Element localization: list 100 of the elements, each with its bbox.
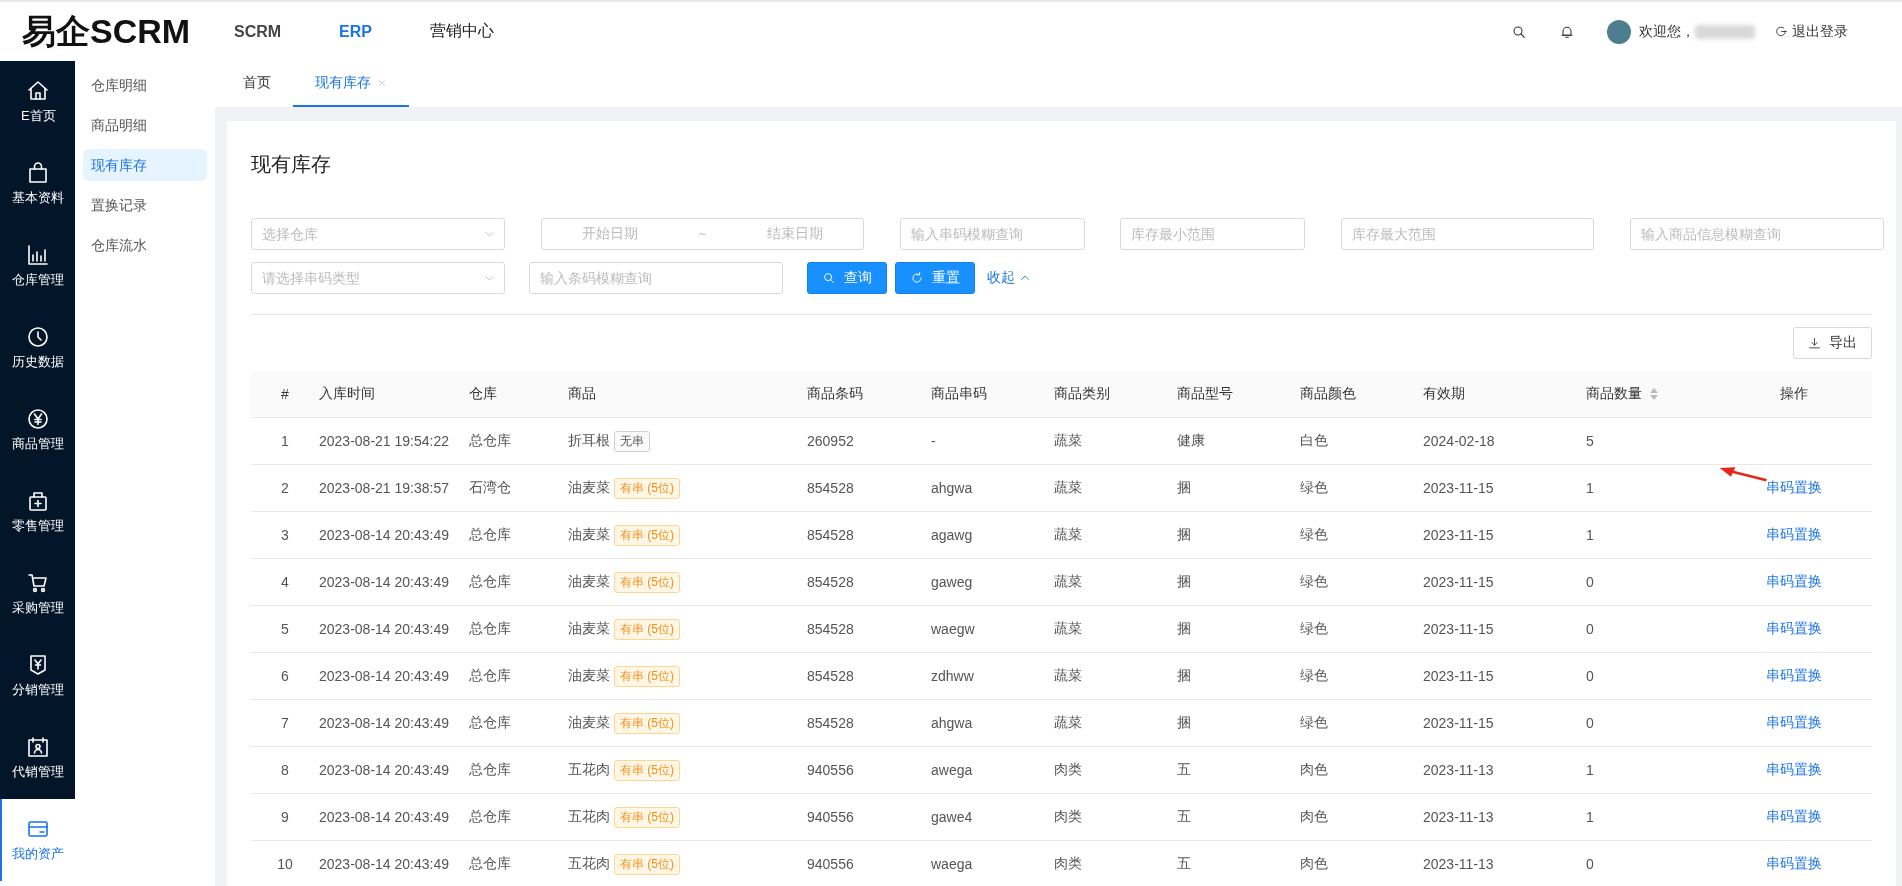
serial-swap-link[interactable]: 串码置换 [1766,667,1822,685]
serial-swap-link[interactable]: 串码置换 [1766,714,1822,732]
table-cell: 854528 [807,480,854,496]
sidebar-item[interactable]: 基本资料 [0,143,75,225]
avatar[interactable] [1607,19,1631,44]
table-cell: 2023-08-14 20:43:49 [319,856,449,872]
input-field[interactable]: 库存最小范围 [1120,218,1306,250]
sidebar-item[interactable]: 仓库管理 [0,225,75,307]
submenu-item[interactable]: 置换记录 [82,189,207,221]
submenu-item[interactable]: 仓库明细 [82,69,207,101]
table-cell: 0 [1586,715,1594,731]
table-cell: 油麦菜 [568,667,610,685]
table-cell: 油麦菜 [568,526,610,544]
table-cell: ahgwa [931,715,973,731]
table-cell: 2023-08-21 19:38:57 [319,480,449,496]
table-cell: 总仓库 [469,855,511,873]
table-cell: - [931,433,936,449]
serial-swap-link[interactable]: 串码置换 [1766,808,1822,826]
nav-link[interactable]: ERP [339,22,372,41]
table-cell: 捆 [1177,573,1191,591]
table-cell: 2023-08-14 20:43:49 [319,762,449,778]
calendar-person-icon [26,735,51,759]
input-field[interactable]: 输入商品信息模糊查询 [1630,218,1884,250]
sidebar-item[interactable]: 商品管理 [0,389,75,471]
sidebar-item[interactable]: 采购管理 [0,553,75,635]
table-cell: 1 [1586,762,1594,778]
column-header: 仓库 [469,385,497,403]
serial-swap-link[interactable]: 串码置换 [1766,479,1822,497]
table-cell: 854528 [807,668,854,684]
select-field[interactable]: 请选择串码类型 [251,262,505,294]
table-cell: 五花肉 [568,808,610,826]
table-cell: 3 [281,527,289,543]
column-header: 有效期 [1423,385,1465,403]
start-date-placeholder: 开始日期 [581,225,638,243]
logout-link[interactable]: 退出登录 [1775,22,1848,41]
tag-label: 有串 (5位) [614,618,680,640]
table-cell: 854528 [807,574,854,590]
table-cell: waega [931,856,973,872]
search-icon[interactable] [1511,23,1527,40]
input-field[interactable]: 输入串码模糊查询 [899,218,1085,250]
table-cell: 总仓库 [469,808,511,826]
table-cell: 5 [281,621,289,637]
nav-link[interactable]: SCRM [234,22,282,41]
table-cell: 捆 [1177,620,1191,638]
page-title: 现有库存 [251,152,332,177]
table-cell: zdhww [931,668,974,684]
table-cell: 854528 [807,715,854,731]
table-cell: 肉色 [1300,855,1328,873]
column-header: 商品类别 [1054,385,1110,403]
table-cell: 绿色 [1300,620,1328,638]
column-header: 入库时间 [319,385,375,403]
serial-swap-link[interactable]: 串码置换 [1766,620,1822,638]
serial-swap-link[interactable]: 串码置换 [1766,855,1822,873]
end-date-placeholder: 结束日期 [766,225,823,243]
table-cell: 2023-08-14 20:43:49 [319,715,449,731]
table-cell: 总仓库 [469,761,511,779]
table-cell: 1 [1586,527,1594,543]
table-cell: 折耳根 [568,432,610,450]
submenu-item[interactable]: 现有库存 [82,149,207,181]
nav-link[interactable]: 营销中心 [430,21,494,42]
collapse-link[interactable]: 收起 [987,269,1031,287]
column-header: 商品条码 [807,385,863,403]
search-icon [822,271,836,285]
sidebar-item[interactable]: 代销管理 [0,717,75,799]
table-cell: 石湾仓 [469,479,511,497]
table-cell: waegw [931,621,975,637]
table-cell: 五 [1177,855,1191,873]
table-cell: 8 [281,762,289,778]
submenu-item[interactable]: 商品明细 [82,109,207,141]
table-cell: 总仓库 [469,714,511,732]
serial-swap-link[interactable]: 串码置换 [1766,761,1822,779]
table-cell: 五 [1177,808,1191,826]
table-cell: 绿色 [1300,714,1328,732]
tab[interactable]: 现有库存 [293,61,409,107]
sidebar-item[interactable]: 零售管理 [0,471,75,553]
tab[interactable]: 首页 [221,61,293,107]
input-field[interactable]: 库存最大范围 [1341,218,1595,250]
table-cell: 6 [281,668,289,684]
input-field[interactable]: 输入条码模糊查询 [529,262,783,294]
table-cell: 940556 [807,809,854,825]
submenu-item[interactable]: 仓库流水 [82,229,207,261]
sidebar-item[interactable]: E首页 [0,61,75,143]
logo-text: 易企SCRM [22,10,192,52]
column-header: # [281,386,289,402]
sidebar-item[interactable]: 分销管理 [0,635,75,717]
select-field[interactable]: 选择仓库 [251,218,505,250]
table-cell: 捆 [1177,479,1191,497]
table-cell: 10 [277,856,293,872]
table-cell: 2023-11-15 [1423,527,1494,543]
serial-swap-link[interactable]: 串码置换 [1766,573,1822,591]
table-cell: 2023-11-13 [1423,809,1494,825]
table-cell: 总仓库 [469,573,511,591]
serial-swap-link[interactable]: 串码置换 [1766,526,1822,544]
export-button[interactable]: 导出 [1793,327,1872,359]
column-header: 商品型号 [1177,385,1233,403]
table-cell: 健康 [1177,432,1205,450]
sidebar-item[interactable]: 历史数据 [0,307,75,389]
table-cell: 2023-08-14 20:43:49 [319,621,449,637]
table-cell: 油麦菜 [568,479,610,497]
table-cell: gawe4 [931,809,973,825]
